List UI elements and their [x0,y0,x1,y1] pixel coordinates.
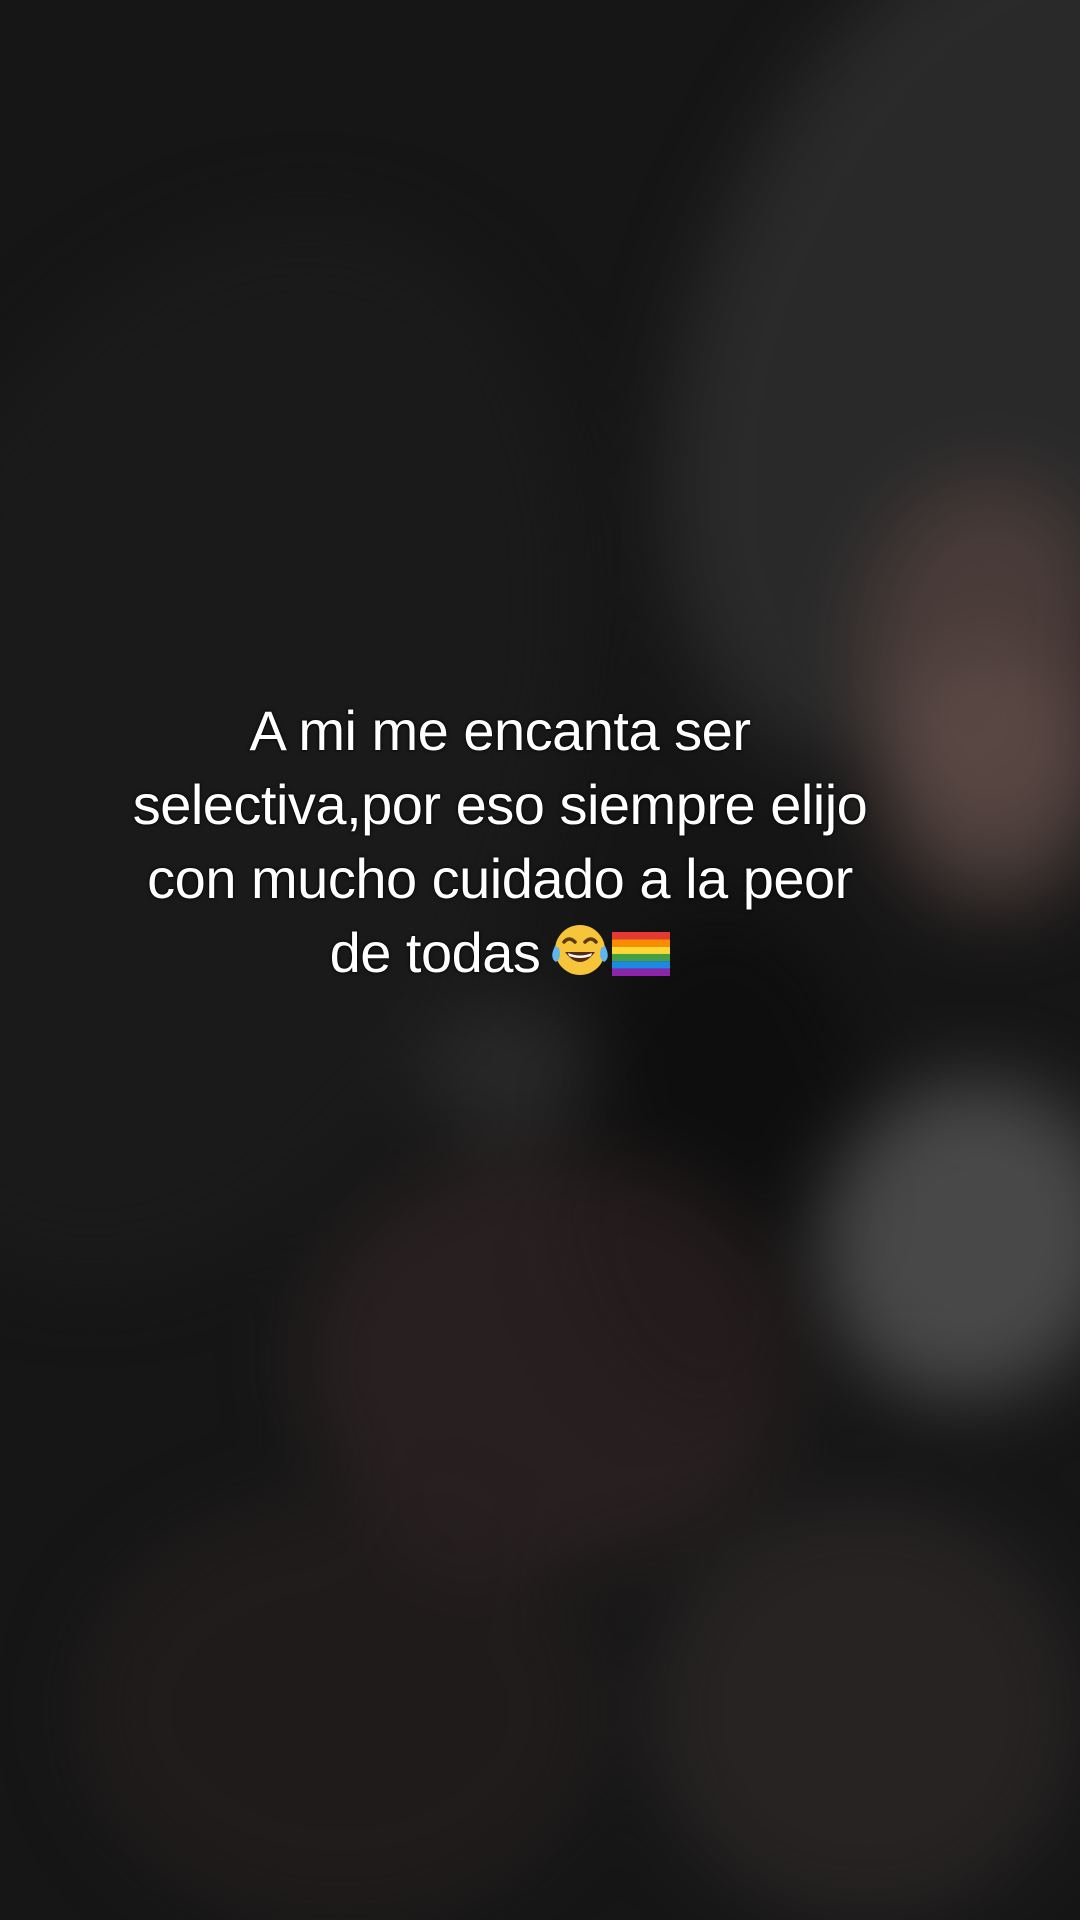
caption-line-3: con mucho cuidado a la peor [147,847,853,910]
caption-line-2: selectiva,por eso siempre elijo [132,773,868,836]
laughing-with-tears-icon [552,925,609,975]
rainbow-flag-icon [612,932,671,976]
video-frame: A mi me encanta ser selectiva,por eso si… [0,0,1080,1920]
caption-line-4-text: de todas [329,921,541,984]
caption-line-4: de todas [40,916,960,990]
caption-line-1: A mi me encanta ser [249,699,751,762]
caption-text: A mi me encanta ser selectiva,por eso si… [40,694,960,990]
